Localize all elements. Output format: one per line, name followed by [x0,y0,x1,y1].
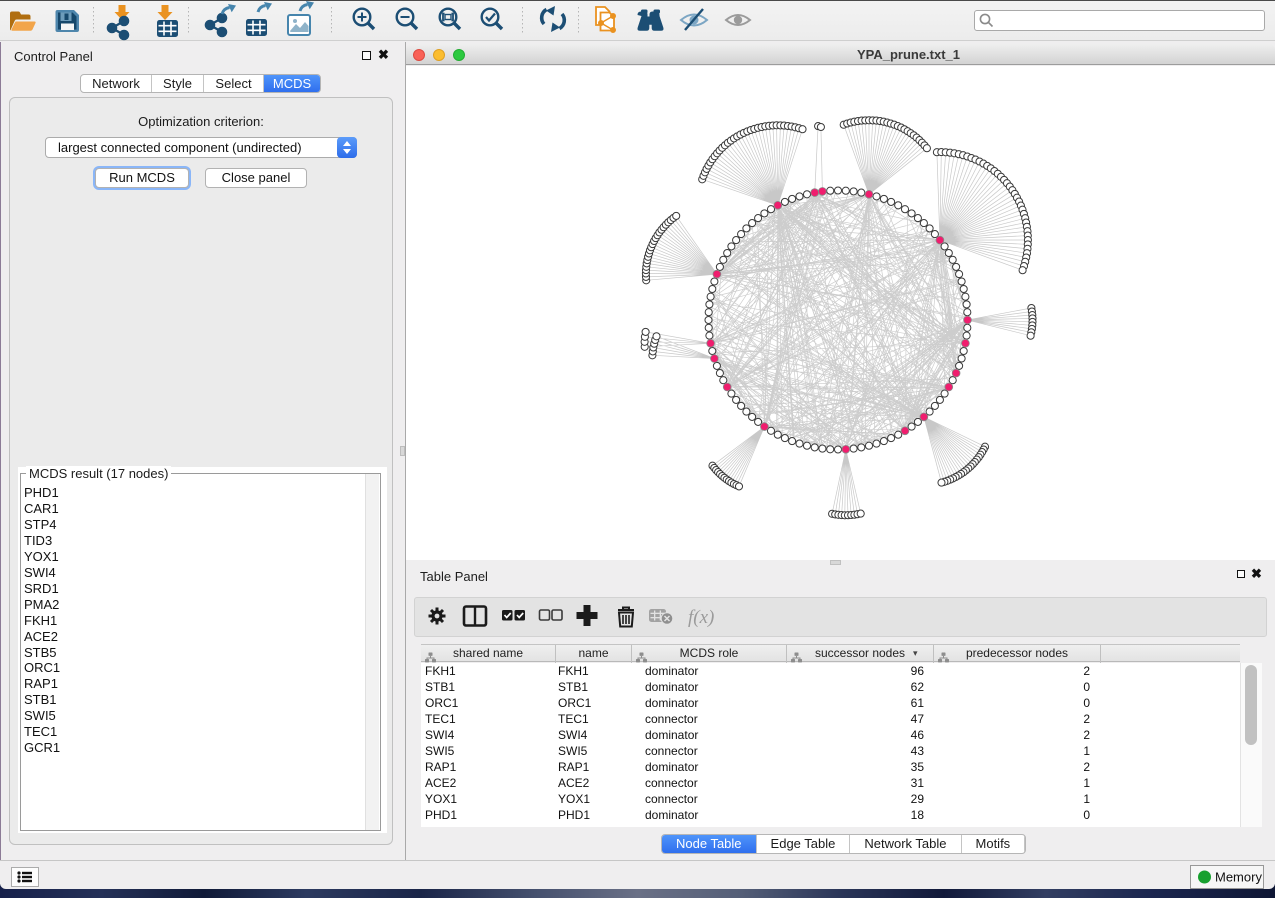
svg-text:f(x): f(x) [688,607,714,628]
svg-text:Memory: Memory [1215,870,1262,885]
